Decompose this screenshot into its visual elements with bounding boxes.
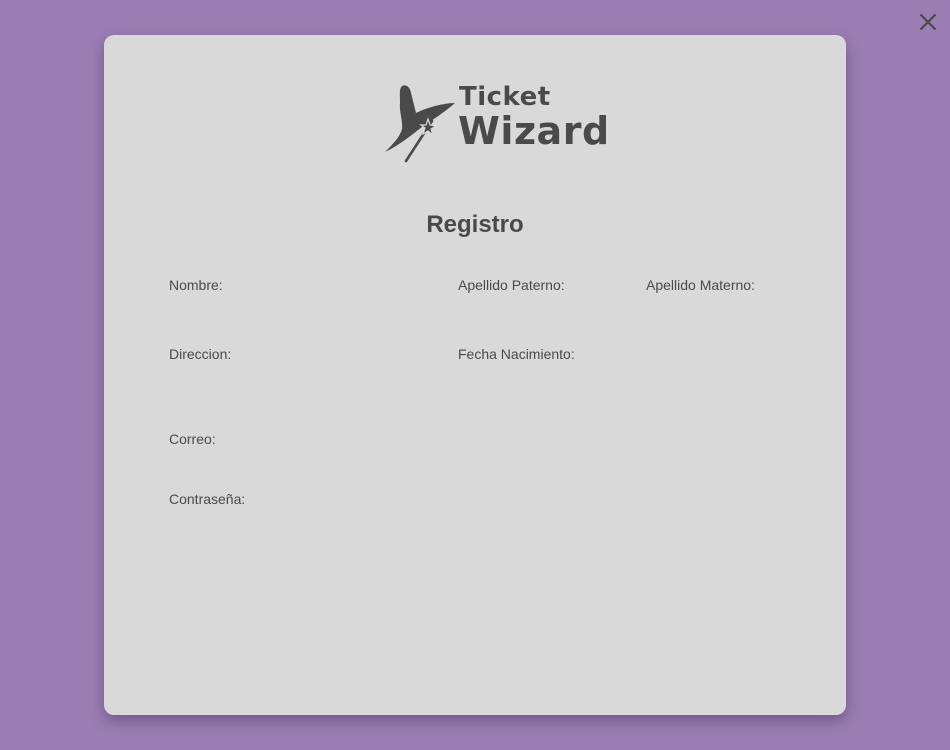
wizard-hat-icon xyxy=(385,85,455,163)
page-title: Registro xyxy=(426,211,524,238)
logo-text-wizard: Wizard xyxy=(458,109,610,153)
close-icon xyxy=(919,13,937,31)
close-button[interactable] xyxy=(917,11,939,33)
apellido-paterno-label: Apellido Paterno: xyxy=(458,277,565,293)
contrasena-label: Contraseña: xyxy=(169,491,246,507)
fecha-nacimiento-label: Fecha Nacimiento: xyxy=(458,346,575,362)
direccion-label: Direccion: xyxy=(169,346,232,362)
ticket-wizard-logo: Ticket Wizard xyxy=(384,82,609,163)
registration-modal: Ticket Wizard Registro Nombre: Apellido … xyxy=(104,35,846,715)
apellido-materno-label: Apellido Materno: xyxy=(646,277,755,293)
correo-label: Correo: xyxy=(169,431,216,447)
nombre-label: Nombre: xyxy=(169,277,223,293)
logo-text-ticket: Ticket xyxy=(459,82,551,112)
